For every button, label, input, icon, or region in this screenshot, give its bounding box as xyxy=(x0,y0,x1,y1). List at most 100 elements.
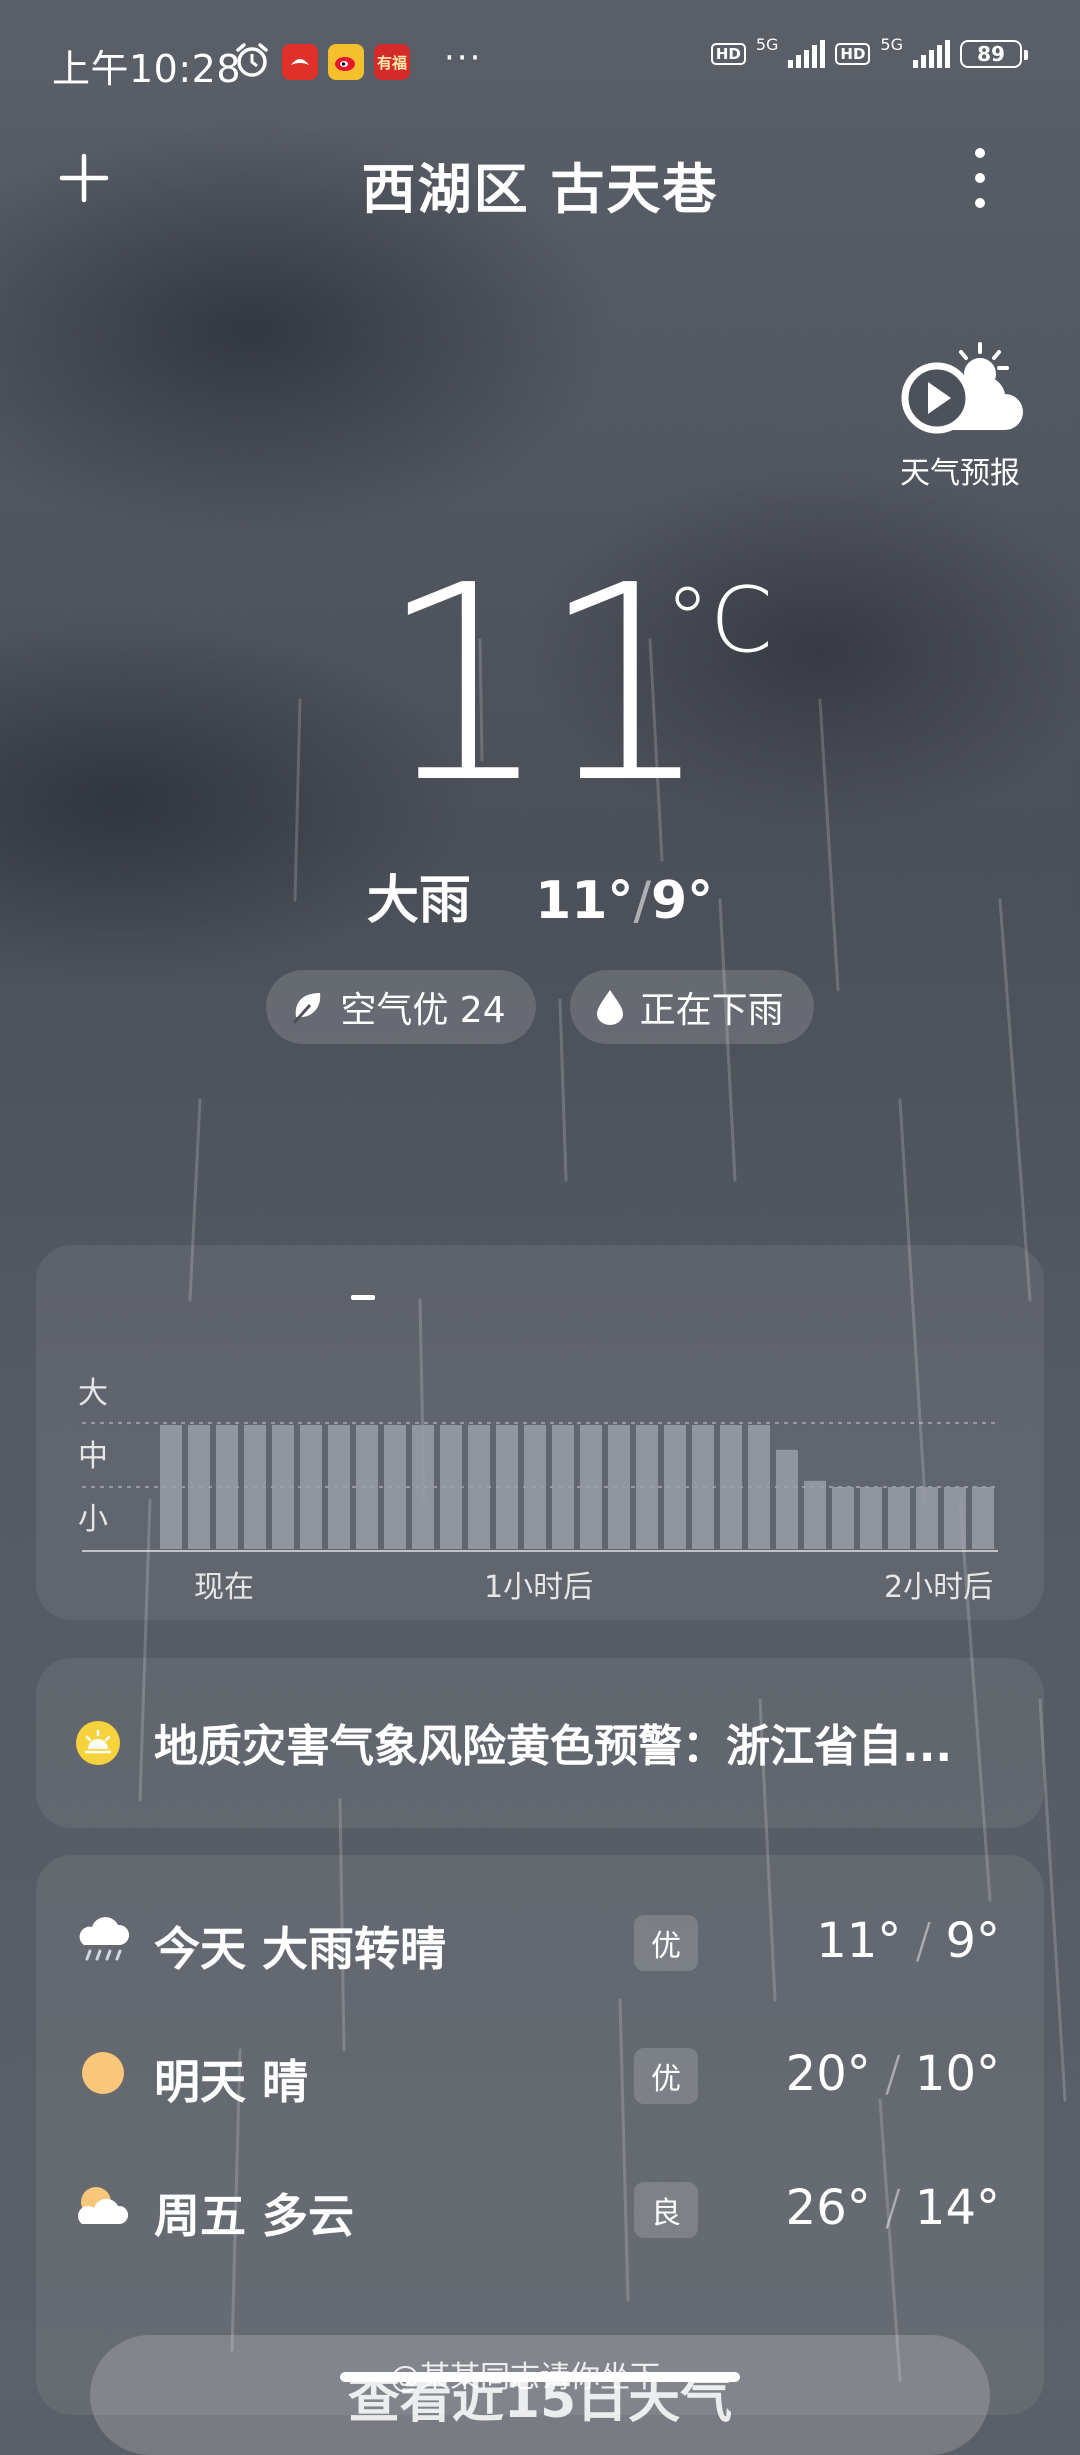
dot xyxy=(975,198,985,208)
precipitation-chart-card[interactable]: 大 中 小 现在 1小时后 2小时后 xyxy=(36,1245,1044,1620)
system-indicators: HD 5G HD 5G 89 xyxy=(710,35,1028,68)
status-time: 上午10:28 xyxy=(52,47,242,91)
sun-icon xyxy=(76,2046,130,2100)
aqi-badge: 优 xyxy=(634,1915,698,1971)
precip-bar xyxy=(972,1487,994,1549)
fu-app-icon: 有福 xyxy=(374,44,410,80)
signal-icon xyxy=(788,40,826,68)
precip-bar xyxy=(636,1425,658,1549)
precip-bar xyxy=(552,1425,574,1549)
high-temp: 20° xyxy=(785,2046,871,2102)
warning-sun-icon xyxy=(76,1721,120,1765)
raining-now-pill[interactable]: 正在下雨 xyxy=(569,970,814,1044)
network-type-2: 5G xyxy=(880,34,903,54)
daily-temps-tomorrow: 20°/10° xyxy=(786,2046,1000,2102)
battery-icon: 89 xyxy=(960,40,1028,68)
high-low-separator: / xyxy=(633,871,651,931)
precip-bar xyxy=(468,1425,490,1549)
precip-bar xyxy=(188,1425,210,1549)
daily-label-today: 今天 大雨转晴 xyxy=(154,1913,446,1979)
more-notifications-icon: ··· xyxy=(444,38,483,78)
precip-bar xyxy=(244,1425,266,1549)
temperature-unit: °C xyxy=(665,568,773,673)
current-temperature: 11 °C xyxy=(0,540,1080,830)
high-temp: 26° xyxy=(785,2180,871,2236)
red-app-icon xyxy=(282,44,318,80)
x-label-2h: 2小时后 xyxy=(884,1570,993,1605)
air-quality-label: 空气优 24 xyxy=(340,990,506,1031)
warning-text: 地质灾害气象风险黄色预警：浙江省自... xyxy=(154,1721,953,1772)
daily-row-tomorrow[interactable]: 明天 晴 优 20°/10° xyxy=(36,2028,1044,2118)
precipitation-chart: 大 中 小 现在 1小时后 2小时后 xyxy=(78,1376,998,1605)
precip-bar xyxy=(300,1425,322,1549)
daily-row-friday[interactable]: 周五 多云 良 26°/14° xyxy=(36,2162,1044,2252)
weibo-icon xyxy=(328,44,364,80)
hd-badge: HD xyxy=(710,43,746,65)
precip-bar xyxy=(888,1487,910,1549)
precip-bar xyxy=(356,1425,378,1549)
network-type: 5G xyxy=(755,34,779,54)
condition-text: 大雨 xyxy=(366,871,471,931)
day-name: 周五 xyxy=(154,2189,246,2243)
daily-temps-friday: 26°/14° xyxy=(786,2180,1000,2236)
day-condition: 大雨转晴 xyxy=(262,1922,447,1976)
precip-bar xyxy=(748,1425,770,1549)
today-high: 11° xyxy=(535,871,634,931)
precip-bar xyxy=(412,1425,434,1549)
low-temp: 9° xyxy=(945,1913,1000,1969)
day-name: 明天 xyxy=(154,2055,246,2109)
precip-bar xyxy=(944,1487,966,1549)
precip-bar xyxy=(608,1425,630,1549)
precip-bar xyxy=(384,1425,406,1549)
x-label-now: 现在 xyxy=(194,1570,254,1605)
aqi-badge: 优 xyxy=(634,2048,698,2104)
high-temp: 11° xyxy=(816,1913,902,1969)
daily-label-friday: 周五 多云 xyxy=(154,2180,354,2246)
day-condition: 多云 xyxy=(262,2189,355,2243)
alarm-icon xyxy=(232,40,272,84)
day-name: 今天 xyxy=(154,1922,246,1976)
current-info-pills: 空气优 24 正在下雨 xyxy=(0,970,1080,1044)
leaf-icon xyxy=(293,993,321,1024)
weather-forecast-video-button[interactable]: 天气预报 xyxy=(880,340,1040,492)
precip-bar xyxy=(832,1487,854,1549)
rain-cloud-icon xyxy=(76,1913,130,1967)
forecast-video-label: 天气预报 xyxy=(900,456,1020,491)
x-label-1h: 1小时后 xyxy=(484,1570,593,1605)
air-quality-pill[interactable]: 空气优 24 xyxy=(266,970,536,1044)
hd-badge-2: HD xyxy=(835,43,871,65)
today-low: 9° xyxy=(650,871,714,931)
temp-separator: / xyxy=(915,1913,932,1969)
daily-row-today[interactable]: 今天 大雨转晴 优 11°/9° xyxy=(36,1895,1044,1985)
low-temp: 10° xyxy=(914,2046,1000,2102)
precip-bar xyxy=(776,1449,798,1549)
temperature-value: 11 xyxy=(378,527,712,842)
precip-bar xyxy=(216,1425,238,1549)
status-bar: 上午10:28 有福 ··· HD 5G HD 5G 89 xyxy=(0,0,1080,120)
water-drop-icon xyxy=(596,990,623,1025)
precip-bar xyxy=(160,1425,182,1549)
day-condition: 晴 xyxy=(262,2055,309,2109)
precip-bar xyxy=(496,1425,518,1549)
home-indicator[interactable] xyxy=(340,2372,740,2382)
precip-bar xyxy=(272,1425,294,1549)
low-temp: 14° xyxy=(914,2180,1000,2236)
raining-label: 正在下雨 xyxy=(639,990,784,1031)
precip-bar xyxy=(692,1425,714,1549)
precip-bar xyxy=(804,1480,826,1549)
precip-bar xyxy=(860,1487,882,1549)
temp-separator: / xyxy=(884,2046,901,2102)
y-label-heavy: 大 xyxy=(78,1376,108,1411)
daily-forecast-card: 今天 大雨转晴 优 11°/9° 明天 晴 优 20°/10° 周五 多云 良 … xyxy=(36,1855,1044,2415)
precip-bar xyxy=(580,1425,602,1549)
daily-temps-today: 11°/9° xyxy=(816,1913,1000,1969)
location-title[interactable]: 西湖区 古天巷 xyxy=(0,145,1080,224)
temp-separator: / xyxy=(884,2180,901,2236)
signal-icon-2 xyxy=(913,40,950,68)
precip-bar xyxy=(720,1425,742,1549)
play-sun-cloud-icon xyxy=(901,342,1023,434)
partly-cloudy-icon xyxy=(76,2180,130,2234)
more-menu-button[interactable] xyxy=(960,148,1000,208)
notification-icons: 有福 xyxy=(232,40,410,84)
weather-warning-card[interactable]: 地质灾害气象风险黄色预警：浙江省自... xyxy=(36,1658,1044,1828)
